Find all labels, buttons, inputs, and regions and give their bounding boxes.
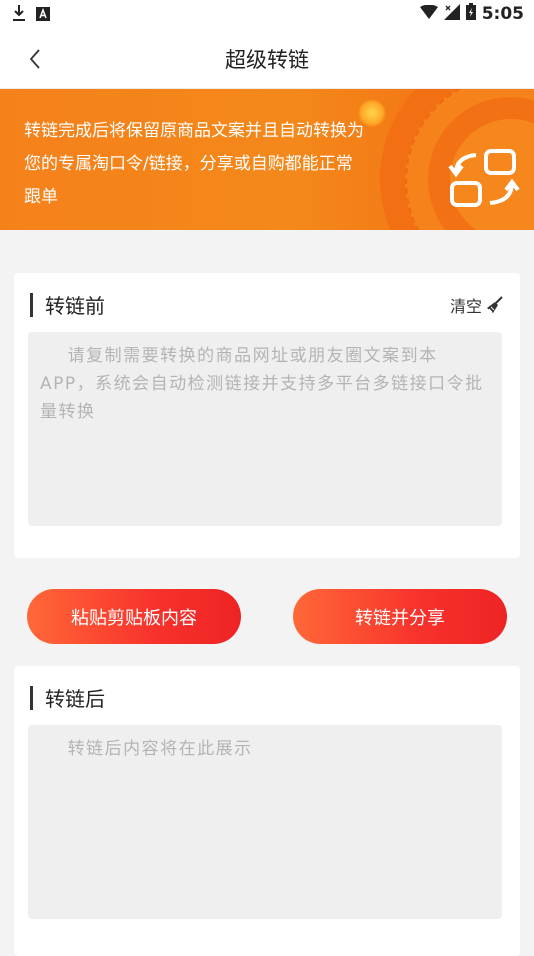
wifi-icon [419,4,438,24]
before-section-header: 转链前 [30,290,105,319]
convert-link-icon [448,149,520,207]
before-section-title: 转链前 [45,294,105,318]
paste-clipboard-button[interactable]: 粘贴剪贴板内容 [27,589,241,644]
clock: 5:05 [481,4,524,24]
notification-a-icon [36,6,50,25]
converted-output[interactable] [28,725,502,919]
after-section-header: 转链后 [30,683,105,712]
convert-and-share-button[interactable]: 转链并分享 [293,589,507,644]
broom-icon [487,296,503,313]
banner-text: 转链完成后将保留原商品文案并且自动转换为您的专属淘口令/链接，分享或自购都能正常… [24,121,364,207]
section-marker [30,292,33,317]
convert-and-share-label: 转链并分享 [355,607,445,629]
navigation-bar: 超级转链 [0,28,534,89]
section-marker [30,685,33,710]
after-conversion-card: 转链后 [14,666,520,956]
status-bar: 5:05 [0,0,534,28]
paste-clipboard-label: 粘贴剪贴板内容 [71,607,197,629]
battery-icon [465,3,476,25]
download-icon [12,4,26,26]
link-input[interactable] [28,332,502,526]
after-section-title: 转链后 [45,687,105,711]
info-banner: 转链完成后将保留原商品文案并且自动转换为您的专属淘口令/链接，分享或自购都能正常… [0,89,534,230]
page-title: 超级转链 [225,48,309,72]
before-conversion-card: 转链前 清空 [14,273,520,558]
clear-label: 清空 [449,297,482,316]
clear-button[interactable]: 清空 [450,293,504,317]
signal-icon [443,3,460,25]
